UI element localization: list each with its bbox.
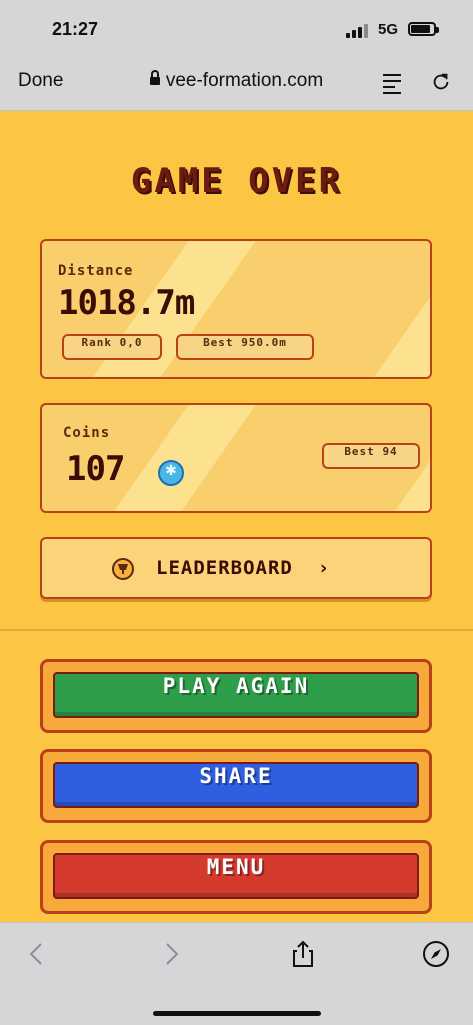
browser-nav-bar: Done vee-formation.com — [0, 60, 473, 111]
browser-toolbar — [0, 922, 473, 1025]
forward-icon[interactable] — [156, 939, 186, 969]
best-distance-badge: Best 950.0m — [176, 334, 314, 360]
coin-icon — [158, 460, 184, 486]
coins-panel: Coins 107 Best 94 — [40, 403, 432, 513]
back-icon[interactable] — [22, 939, 52, 969]
compass-icon[interactable] — [421, 939, 451, 969]
coins-label: Coins — [63, 425, 111, 441]
home-indicator — [153, 1011, 321, 1016]
cellular-signal-icon — [346, 24, 368, 38]
distance-label: Distance — [58, 263, 134, 279]
share-button[interactable]: SHARE — [53, 762, 419, 808]
network-type: 5G — [378, 21, 399, 38]
lock-icon — [149, 70, 160, 85]
chevron-right-icon: › — [292, 557, 331, 579]
menu-button[interactable]: MENU — [53, 853, 419, 899]
game-over-screen: GAME OVER Distance 1018.7m Rank 0,0 Best… — [0, 111, 473, 922]
rank-label: Rank — [81, 336, 112, 349]
trophy-icon — [112, 558, 134, 580]
reload-icon[interactable] — [430, 70, 452, 94]
best-coins-label: Best — [344, 445, 375, 458]
best-coins-badge: Best 94 — [322, 443, 420, 469]
leaderboard-button[interactable]: LEADERBOARD › — [40, 537, 432, 599]
rank-value: 0,0 — [119, 336, 143, 349]
status-time: 21:27 — [52, 19, 99, 39]
game-over-title: GAME OVER — [130, 161, 343, 201]
status-bar: 21:27 5G — [0, 0, 473, 60]
url-text: vee-formation.com — [165, 70, 324, 91]
share-frame: SHARE — [40, 749, 432, 823]
best-coins-value: 94 — [382, 445, 398, 458]
reader-mode-icon[interactable] — [383, 72, 403, 94]
battery-icon — [408, 22, 439, 36]
best-distance-value: 950.0m — [241, 336, 287, 349]
play-again-frame: PLAY AGAIN — [40, 659, 432, 733]
best-distance-label: Best — [203, 336, 234, 349]
rank-badge: Rank 0,0 — [62, 334, 162, 360]
play-again-button[interactable]: PLAY AGAIN — [53, 672, 419, 718]
divider — [0, 629, 473, 631]
share-icon[interactable] — [288, 939, 318, 969]
leaderboard-label: LEADERBOARD — [156, 557, 293, 579]
menu-frame: MENU — [40, 840, 432, 914]
distance-panel: Distance 1018.7m Rank 0,0 Best 950.0m — [40, 239, 432, 379]
distance-value: 1018.7m — [58, 283, 195, 323]
coins-value: 107 — [66, 449, 125, 489]
